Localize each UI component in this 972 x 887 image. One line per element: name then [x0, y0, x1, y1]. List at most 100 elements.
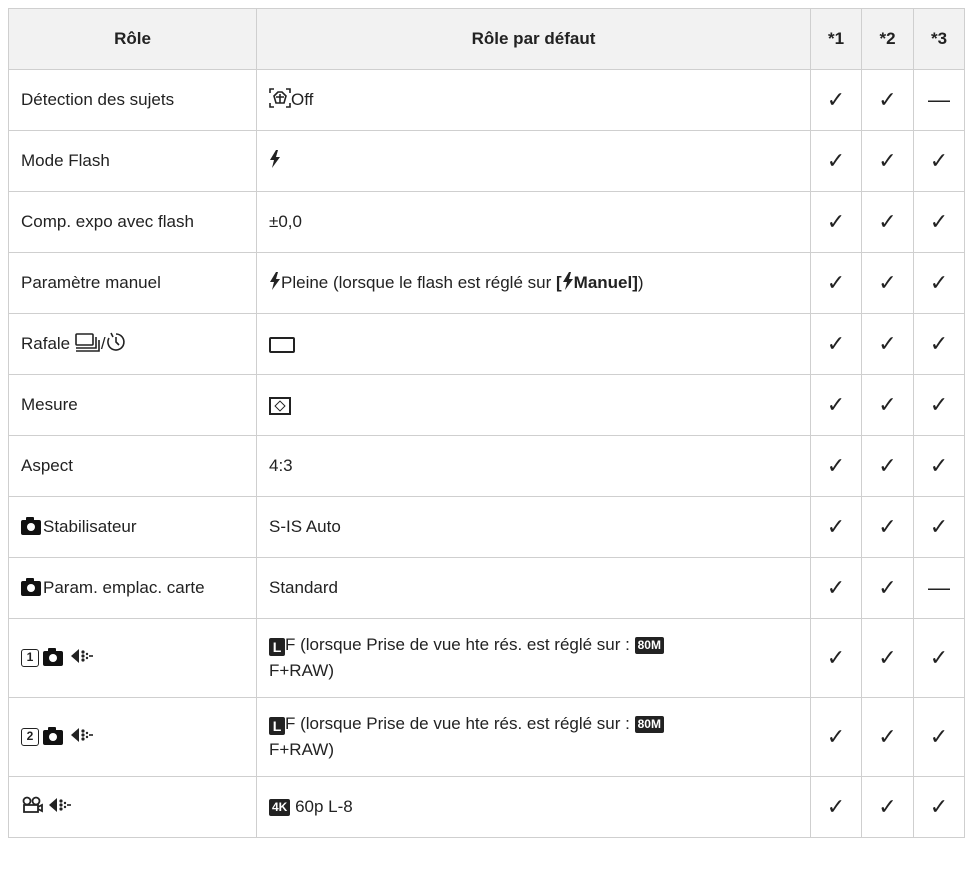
default-cell: LF (lorsque Prise de vue hte rés. est ré… — [256, 618, 811, 698]
header-col1: *1 — [810, 8, 862, 70]
table-row: Paramètre manuel Pleine (lorsque le flas… — [8, 252, 965, 314]
default-text-2: F+RAW) — [269, 740, 335, 759]
table-row: Mode Flash ✓ ✓ ✓ — [8, 130, 965, 192]
image-quality-icon — [70, 726, 94, 749]
sequential-shooting-icon — [75, 332, 101, 357]
size-l-icon: L — [269, 716, 285, 735]
default-text-end: ) — [637, 272, 644, 292]
table-row: 4K 60p L-8 ✓ ✓ ✓ — [8, 776, 965, 838]
col1-mark: ✓ — [810, 496, 862, 558]
col3-mark: — — [913, 557, 965, 619]
default-cell: Pleine (lorsque le flash est réglé sur [… — [256, 252, 811, 314]
default-cell — [256, 130, 811, 192]
card-slot-number: 1 — [21, 649, 39, 667]
col2-mark: ✓ — [861, 496, 914, 558]
role-cell: 2 — [8, 697, 257, 777]
table-row: 2 LF (lorsque Prise de vue hte rés. est … — [8, 697, 965, 777]
camera-icon — [43, 647, 63, 666]
col1-mark: ✓ — [810, 557, 862, 619]
header-col3: *3 — [913, 8, 965, 70]
col3-mark: — — [913, 69, 965, 131]
default-cell — [256, 374, 811, 436]
camera-icon — [43, 726, 63, 745]
table-row: Comp. expo avec flash ±0,0 ✓ ✓ ✓ — [8, 191, 965, 253]
role-cell: Mesure — [8, 374, 257, 436]
self-timer-icon — [106, 332, 126, 357]
card-slot-number: 2 — [21, 728, 39, 746]
header-default-role: Rôle par défaut — [256, 8, 811, 70]
image-quality-icon — [70, 647, 94, 670]
col3-mark: ✓ — [913, 697, 965, 777]
movie-icon — [21, 796, 43, 819]
camera-icon — [21, 578, 41, 597]
role-label: Stabilisateur — [43, 517, 137, 536]
col1-mark: ✓ — [810, 130, 862, 192]
manual-label: Manuel — [573, 272, 633, 292]
role-label: Param. emplac. carte — [43, 578, 205, 597]
col3-mark: ✓ — [913, 776, 965, 838]
role-cell: Mode Flash — [8, 130, 257, 192]
table-row: 1 LF (lorsque Prise de vue hte rés. est … — [8, 618, 965, 698]
role-cell: 1 — [8, 618, 257, 698]
default-cell: Standard — [256, 557, 811, 619]
resolution-80m-icon: 80M — [634, 715, 664, 733]
col3-mark: ✓ — [913, 191, 965, 253]
table-row: Mesure ✓ ✓ ✓ — [8, 374, 965, 436]
col3-mark: ✓ — [913, 435, 965, 497]
default-cell: 4K 60p L-8 — [256, 776, 811, 838]
table-header-row: Rôle Rôle par défaut *1 *2 *3 — [8, 8, 965, 70]
col3-mark: ✓ — [913, 496, 965, 558]
col2-mark: ✓ — [861, 618, 914, 698]
default-value: Off — [291, 89, 314, 109]
flash-icon — [562, 271, 574, 295]
role-cell: Param. emplac. carte — [8, 557, 257, 619]
default-cell: LF (lorsque Prise de vue hte rés. est ré… — [256, 697, 811, 777]
col3-mark: ✓ — [913, 313, 965, 375]
role-cell: Rafale / — [8, 313, 257, 375]
role-cell: Paramètre manuel — [8, 252, 257, 314]
default-cell: S-IS Auto — [256, 496, 811, 558]
col1-mark: ✓ — [810, 374, 862, 436]
col2-mark: ✓ — [861, 374, 914, 436]
col2-mark: ✓ — [861, 435, 914, 497]
single-frame-icon — [269, 336, 295, 353]
default-text: 60p L-8 — [295, 797, 353, 816]
col3-mark: ✓ — [913, 618, 965, 698]
role-cell: Détection des sujets — [8, 69, 257, 131]
header-role: Rôle — [8, 8, 257, 70]
col2-mark: ✓ — [861, 130, 914, 192]
col1-mark: ✓ — [810, 313, 862, 375]
col1-mark: ✓ — [810, 618, 862, 698]
default-cell: Off — [256, 69, 811, 131]
subject-detection-icon — [269, 87, 291, 113]
4k-icon: 4K — [269, 799, 291, 817]
col2-mark: ✓ — [861, 776, 914, 838]
flash-icon — [269, 149, 281, 173]
col1-mark: ✓ — [810, 435, 862, 497]
default-cell — [256, 313, 811, 375]
table-row: Aspect 4:3 ✓ ✓ ✓ — [8, 435, 965, 497]
flash-icon — [269, 271, 281, 295]
col2-mark: ✓ — [861, 69, 914, 131]
table-row: Param. emplac. carte Standard ✓ ✓ — — [8, 557, 965, 619]
default-text: F (lorsque Prise de vue hte rés. est rég… — [285, 713, 635, 733]
default-cell: ±0,0 — [256, 191, 811, 253]
default-cell: 4:3 — [256, 435, 811, 497]
metering-icon — [269, 396, 291, 415]
header-col2: *2 — [861, 8, 914, 70]
col2-mark: ✓ — [861, 697, 914, 777]
role-cell: Stabilisateur — [8, 496, 257, 558]
camera-icon — [21, 517, 41, 536]
default-text: F (lorsque Prise de vue hte rés. est rég… — [285, 634, 635, 654]
role-label: Rafale — [21, 333, 71, 353]
image-quality-icon — [48, 796, 72, 819]
role-cell — [8, 776, 257, 838]
col3-mark: ✓ — [913, 130, 965, 192]
col3-mark: ✓ — [913, 374, 965, 436]
col1-mark: ✓ — [810, 697, 862, 777]
col2-mark: ✓ — [861, 252, 914, 314]
col1-mark: ✓ — [810, 252, 862, 314]
col1-mark: ✓ — [810, 69, 862, 131]
col2-mark: ✓ — [861, 557, 914, 619]
col2-mark: ✓ — [861, 313, 914, 375]
